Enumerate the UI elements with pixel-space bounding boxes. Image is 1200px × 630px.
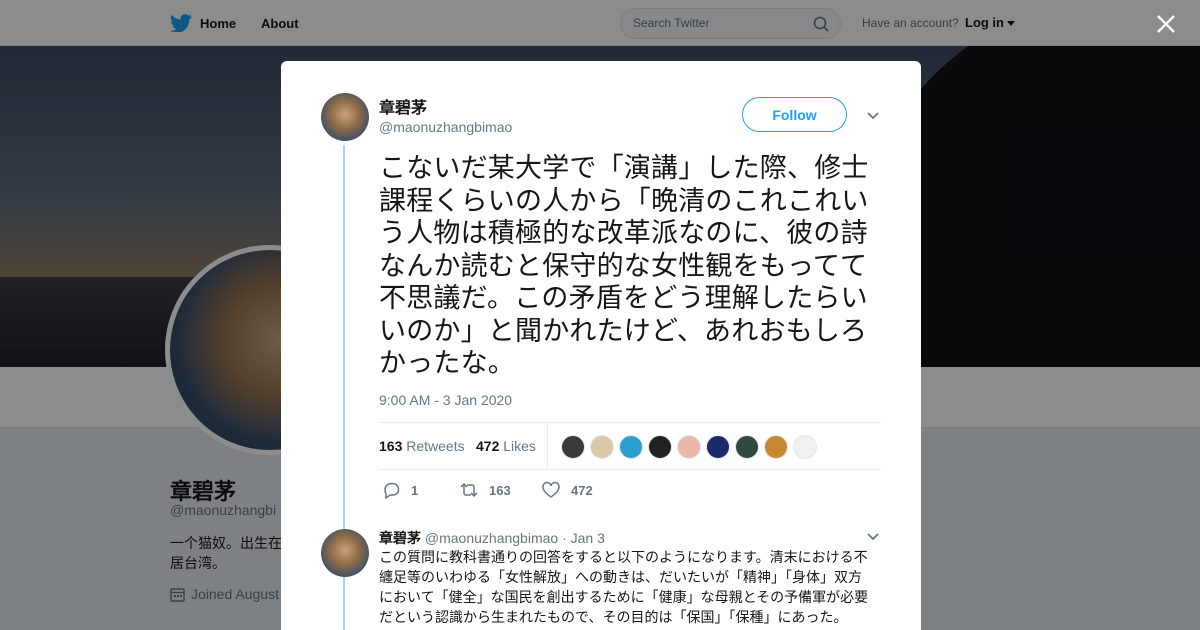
- reply-count: 1: [411, 482, 419, 498]
- retweet-button[interactable]: 163: [459, 481, 511, 499]
- tweet-actions: 1 163 472: [379, 481, 679, 501]
- reply-author-name[interactable]: 章碧茅: [379, 530, 421, 546]
- reply-date[interactable]: · Jan 3: [562, 530, 605, 546]
- retweet-icon: [460, 482, 478, 498]
- author-avatar[interactable]: [321, 93, 369, 141]
- retweet-count: 163: [489, 482, 511, 498]
- reply-author-handle[interactable]: @maonuzhangbimao: [425, 530, 558, 546]
- follow-button[interactable]: Follow: [742, 97, 847, 132]
- liker-avatar[interactable]: [735, 435, 759, 459]
- tweet-timestamp[interactable]: 9:00 AM - 3 Jan 2020: [379, 392, 512, 408]
- retweets-count: 163: [379, 438, 403, 454]
- likes-count: 472: [476, 438, 500, 454]
- tweet-modal: 章碧茅 @maonuzhangbimao Follow こないだ某大学で「演講」…: [281, 61, 921, 630]
- reply-chevron-down-icon[interactable]: [866, 532, 880, 542]
- liker-avatar[interactable]: [648, 435, 672, 459]
- liker-avatar[interactable]: [590, 435, 614, 459]
- reply-button[interactable]: 1: [381, 481, 418, 499]
- liker-avatar[interactable]: [793, 435, 817, 459]
- retweets-label: Retweets: [406, 438, 465, 454]
- likes-stat[interactable]: 472 Likes: [476, 438, 536, 454]
- retweets-stat[interactable]: 163 Retweets: [379, 438, 465, 454]
- tweet-stats: 163 Retweets 472 Likes: [379, 422, 881, 470]
- reply-text: この質問に教科書通りの回答をすると以下のようになります。清末における不纏足等のい…: [379, 549, 869, 625]
- liker-avatar[interactable]: [677, 435, 701, 459]
- liker-avatar[interactable]: [706, 435, 730, 459]
- reply-icon: [384, 482, 400, 499]
- reply-header: 章碧茅 @maonuzhangbimao · Jan 3: [379, 528, 605, 548]
- heart-icon: [542, 481, 560, 498]
- liker-avatar[interactable]: [764, 435, 788, 459]
- author-name[interactable]: 章碧茅: [379, 94, 427, 118]
- reply-author-avatar[interactable]: [321, 529, 369, 577]
- author-handle[interactable]: @maonuzhangbimao: [379, 119, 512, 135]
- like-button[interactable]: 472: [541, 481, 593, 499]
- chevron-down-icon[interactable]: [866, 111, 880, 121]
- tweet-text: こないだ某大学で「演講」した際、修士課程くらいの人から「晩清のこれこれいう人物は…: [379, 153, 869, 378]
- stats-divider: [547, 423, 548, 469]
- like-count: 472: [571, 482, 593, 498]
- close-icon[interactable]: [1155, 13, 1177, 35]
- liker-avatar[interactable]: [619, 435, 643, 459]
- likes-label: Likes: [503, 438, 536, 454]
- liker-avatar[interactable]: [561, 435, 585, 459]
